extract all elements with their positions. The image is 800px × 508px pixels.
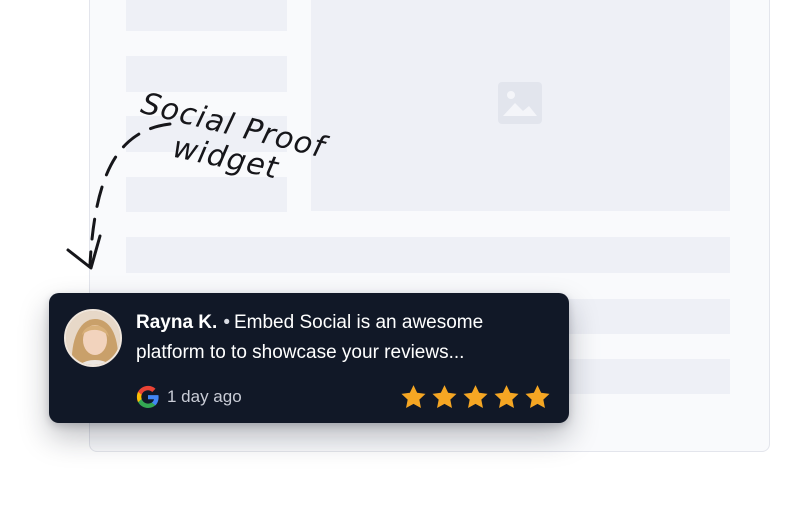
avatar — [64, 309, 122, 367]
social-proof-widget[interactable]: Rayna K. • Embed Social is an awesome plat… — [49, 293, 569, 423]
review-meta: 1 day ago — [136, 385, 242, 409]
star-icon — [432, 385, 457, 408]
review-text-block: Rayna K. • Embed Social is an awesome plat… — [136, 308, 536, 368]
separator-dot: • — [223, 312, 230, 333]
star-rating — [399, 383, 552, 411]
review-time: 1 day ago — [167, 387, 242, 406]
placeholder-bar — [126, 237, 730, 273]
avatar-photo — [66, 311, 120, 365]
google-icon — [136, 385, 159, 408]
reviewer-name: Rayna K. — [136, 312, 218, 333]
star-icon — [463, 385, 488, 408]
star-icon — [525, 385, 550, 408]
image-icon — [498, 82, 542, 124]
placeholder-bar — [126, 0, 287, 31]
star-icon — [494, 385, 519, 408]
star-icon — [401, 385, 426, 408]
